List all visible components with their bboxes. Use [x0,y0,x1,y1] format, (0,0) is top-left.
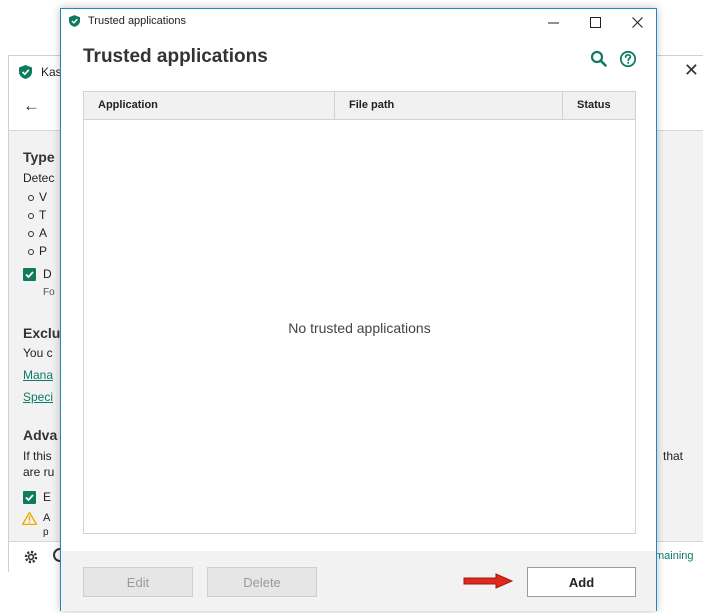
delete-button[interactable]: Delete [207,567,317,597]
exclusions-description: You c [23,346,53,360]
section-heading-advanced: Adva [23,427,58,443]
background-window-title: Kas [41,65,62,79]
close-icon[interactable] [617,9,657,35]
back-arrow-icon[interactable]: ← [23,96,40,116]
bullet [28,249,34,255]
page-title: Trusted applications [83,46,268,67]
bullet-label: T [39,208,47,222]
add-button[interactable]: Add [527,567,636,597]
advanced-description-line2: are ru [23,465,55,479]
close-icon[interactable]: ✕ [684,60,699,81]
specify-trusted-link[interactable]: Speci [23,390,53,404]
dialog-titlebar: Trusted applications [61,9,656,35]
empty-state-message: No trusted applications [288,320,431,336]
warning-sublabel: p [43,527,49,538]
dialog-window-title: Trusted applications [88,15,187,27]
bullet-label: P [39,244,48,258]
red-pointer-arrow-icon [463,573,513,589]
advanced-description: If this [23,449,52,463]
gear-icon[interactable] [23,549,39,565]
bullet-label: A [39,226,48,240]
trusted-applications-table[interactable]: Application File path Status No trusted … [83,91,636,534]
bullet [28,213,34,219]
manage-exclusions-link[interactable]: Mana [23,368,53,382]
dialog-footer: Edit Delete Add [61,551,656,611]
column-header-status[interactable]: Status [562,92,635,119]
bullet [28,195,34,201]
table-header: Application File path Status [84,92,635,120]
type-description: Detec [23,171,55,185]
column-header-application[interactable]: Application [84,92,334,119]
checkbox-sublabel: Fo [43,287,55,298]
checkbox-label: D [43,267,52,281]
maximize-icon[interactable] [575,9,615,35]
edit-button[interactable]: Edit [83,567,193,597]
warning-label: A [43,512,51,524]
help-icon[interactable] [619,50,637,68]
bullet-label: V [39,190,48,204]
section-heading-type: Type [23,149,55,165]
warning-icon [22,512,37,525]
bullet [28,231,34,237]
checkbox-enable[interactable] [23,491,36,504]
kaspersky-shield-icon [19,65,32,79]
advanced-description-right: that [663,449,684,463]
license-status-text[interactable]: maining [655,550,694,562]
section-heading-exclusions: Exclu [23,325,61,341]
column-header-file-path[interactable]: File path [334,92,562,119]
trusted-applications-dialog: Trusted applications Trusted application… [60,8,657,611]
minimize-icon[interactable] [533,9,573,35]
checkbox-label: E [43,490,52,504]
search-icon[interactable] [590,50,608,68]
checkbox-detect[interactable] [23,268,36,281]
kaspersky-shield-icon [69,15,80,27]
